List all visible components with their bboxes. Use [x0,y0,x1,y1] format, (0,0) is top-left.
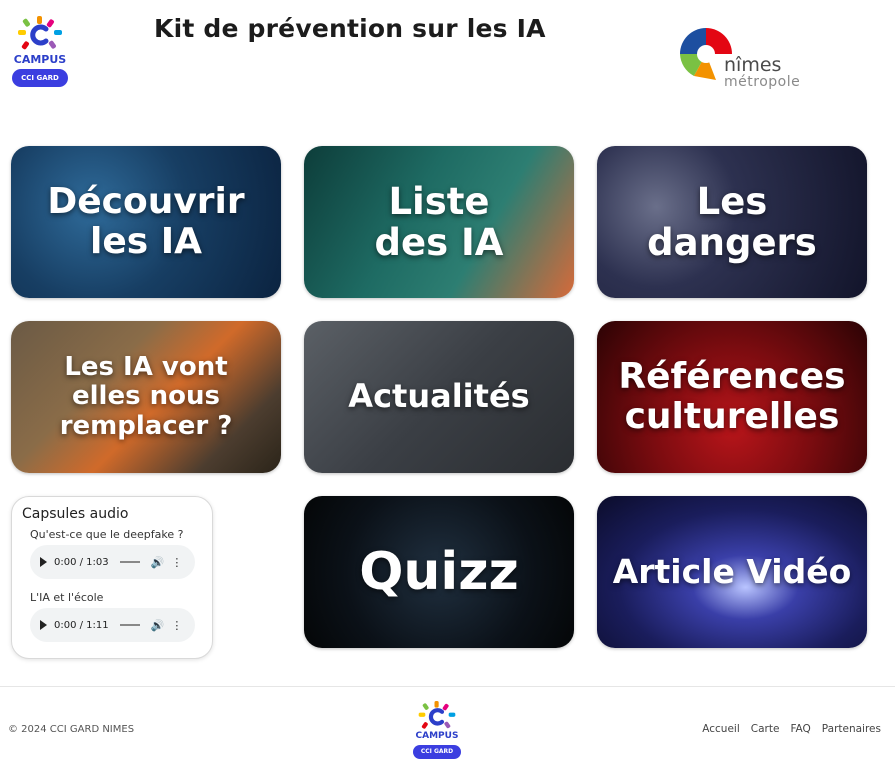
card-references-culturelles[interactable]: Références culturelles [597,321,867,473]
campus-logo-word: CAMPUS [13,53,67,66]
card-label: Les IA vont elles nous remplacer ? [59,352,233,441]
card-article-video[interactable]: Article Vidéo [597,496,867,648]
audio-panel-title: Capsules audio [22,506,129,522]
play-icon[interactable] [40,557,47,567]
card-label: Liste des IA [374,179,504,264]
campus-logo-badge: CCI GARD [12,69,68,87]
nimes-metropole-logo[interactable]: nîmes métropole [676,24,826,94]
footer-link-carte[interactable]: Carte [751,723,780,735]
volume-icon[interactable]: 🔊 [151,556,165,569]
audio-player[interactable]: 0:00 / 1:11 🔊 ⋮ [30,608,195,642]
footer-logo-badge: CCI GARD [413,745,461,759]
footer-link-accueil[interactable]: Accueil [702,723,740,735]
card-les-dangers[interactable]: Les dangers [597,146,867,298]
audio-time: 0:00 / 1:03 [54,556,109,568]
audio-time: 0:00 / 1:11 [54,619,109,631]
card-label: Quizz [359,541,519,602]
audio-player[interactable]: 0:00 / 1:03 🔊 ⋮ [30,545,195,579]
page-title: Kit de prévention sur les IA [154,14,546,43]
nimes-logo-line1: nîmes [724,54,782,76]
card-label: Les dangers [647,179,817,264]
campus-logo[interactable]: CAMPUS CCI GARD [10,16,70,92]
card-label: Actualités [348,377,530,416]
footer-link-partenaires[interactable]: Partenaires [822,723,881,735]
volume-icon[interactable]: 🔊 [151,619,165,632]
card-remplacer[interactable]: Les IA vont elles nous remplacer ? [11,321,281,473]
card-label: Références culturelles [618,355,846,437]
footer-logo-word: CAMPUS [415,731,459,741]
card-label: Article Vidéo [612,551,852,591]
campus-logo-icon [418,701,456,729]
play-icon[interactable] [40,620,47,630]
card-quizz[interactable]: Quizz [304,496,574,648]
footer-link-faq[interactable]: FAQ [790,723,810,735]
seek-bar[interactable] [119,561,140,563]
more-vertical-icon[interactable]: ⋮ [171,619,182,632]
card-liste-des-ia[interactable]: Liste des IA [304,146,574,298]
card-label: Découvrir les IA [47,180,245,262]
campus-logo-icon [18,16,62,50]
footer: © 2024 CCI GARD NIMES CAMPUS CCI GARD Ac… [0,686,895,775]
footer-copyright: © 2024 CCI GARD NIMES [8,724,135,735]
card-actualites[interactable]: Actualités [304,321,574,473]
audio-item-label: Qu'est-ce que le deepfake ? [30,528,184,541]
seek-bar[interactable] [119,624,140,626]
nimes-logo-line2: métropole [724,74,801,90]
footer-campus-logo[interactable]: CAMPUS CCI GARD [412,701,462,763]
audio-item-label: L'IA et l'école [30,591,104,604]
footer-nav: Accueil Carte FAQ Partenaires [702,723,881,735]
card-decouvrir-les-ia[interactable]: Découvrir les IA [11,146,281,298]
more-vertical-icon[interactable]: ⋮ [171,556,182,569]
audio-capsules-panel: Capsules audio Qu'est-ce que le deepfake… [11,496,213,659]
